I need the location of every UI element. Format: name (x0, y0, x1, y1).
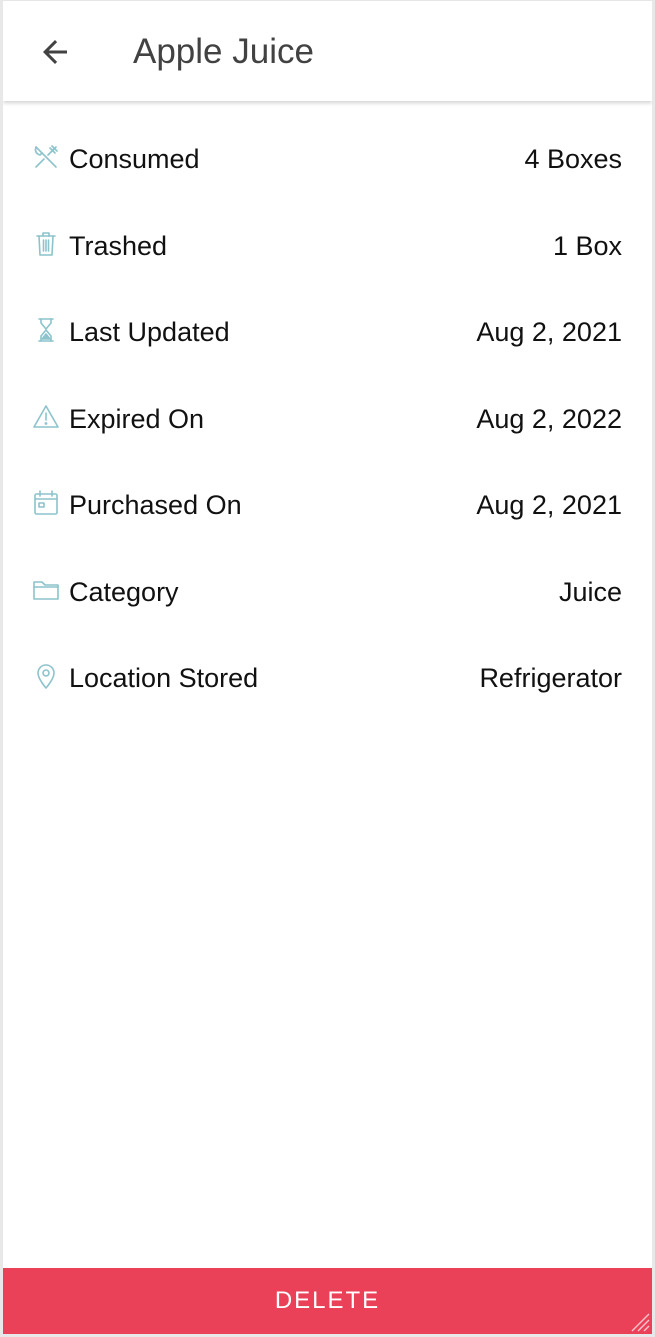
detail-label: Location Stored (69, 663, 259, 693)
utensils-icon (34, 145, 58, 168)
detail-value: Aug 2, 2022 (476, 403, 622, 434)
page-title: Apple Juice (133, 32, 314, 71)
hourglass-icon (38, 318, 54, 342)
detail-label: Expired On (69, 403, 205, 434)
detail-label: Last Updated (69, 317, 230, 347)
detail-row-last-updated: Last Updated Aug 2, 2021 (3, 291, 652, 378)
detail-label: Purchased On (69, 490, 242, 520)
detail-value: 4 Boxes (524, 144, 622, 174)
delete-button[interactable]: DELETE (3, 1268, 652, 1334)
detail-row-category: Category Juice (3, 551, 652, 638)
detail-value: Juice (558, 576, 622, 607)
detail-row-purchased-on: Purchased On Aug 2, 2021 (3, 464, 652, 551)
detail-value: Aug 2, 2021 (476, 317, 622, 347)
detail-row-consumed: Consumed 4 Boxes (3, 118, 652, 205)
location-pin-icon (37, 664, 55, 689)
detail-row-location-stored: Location Stored Refrigerator (3, 637, 652, 724)
detail-label: Consumed (69, 144, 200, 174)
arrow-left-icon (43, 40, 67, 64)
app-bar: Apple Juice (3, 1, 652, 101)
detail-value: Refrigerator (479, 663, 622, 693)
detail-row-expired-on: Expired On Aug 2, 2022 (3, 378, 652, 465)
calendar-icon (34, 490, 58, 515)
detail-value: Aug 2, 2021 (476, 490, 622, 520)
resize-grip-icon[interactable] (624, 1306, 650, 1332)
detail-label: Category (69, 576, 179, 607)
detail-label: Trashed (69, 230, 168, 261)
warning-icon (33, 404, 59, 428)
back-button[interactable] (31, 28, 79, 76)
detail-row-trashed: Trashed 1 Box (3, 205, 652, 292)
detail-value: 1 Box (552, 230, 622, 261)
app-window: Apple Juice Consumed 4 Boxes Trashed 1 B… (0, 0, 655, 1337)
detail-list: Consumed 4 Boxes Trashed 1 Box Last Upda… (3, 118, 652, 724)
trash-icon (36, 231, 56, 256)
folder-icon (33, 580, 59, 600)
